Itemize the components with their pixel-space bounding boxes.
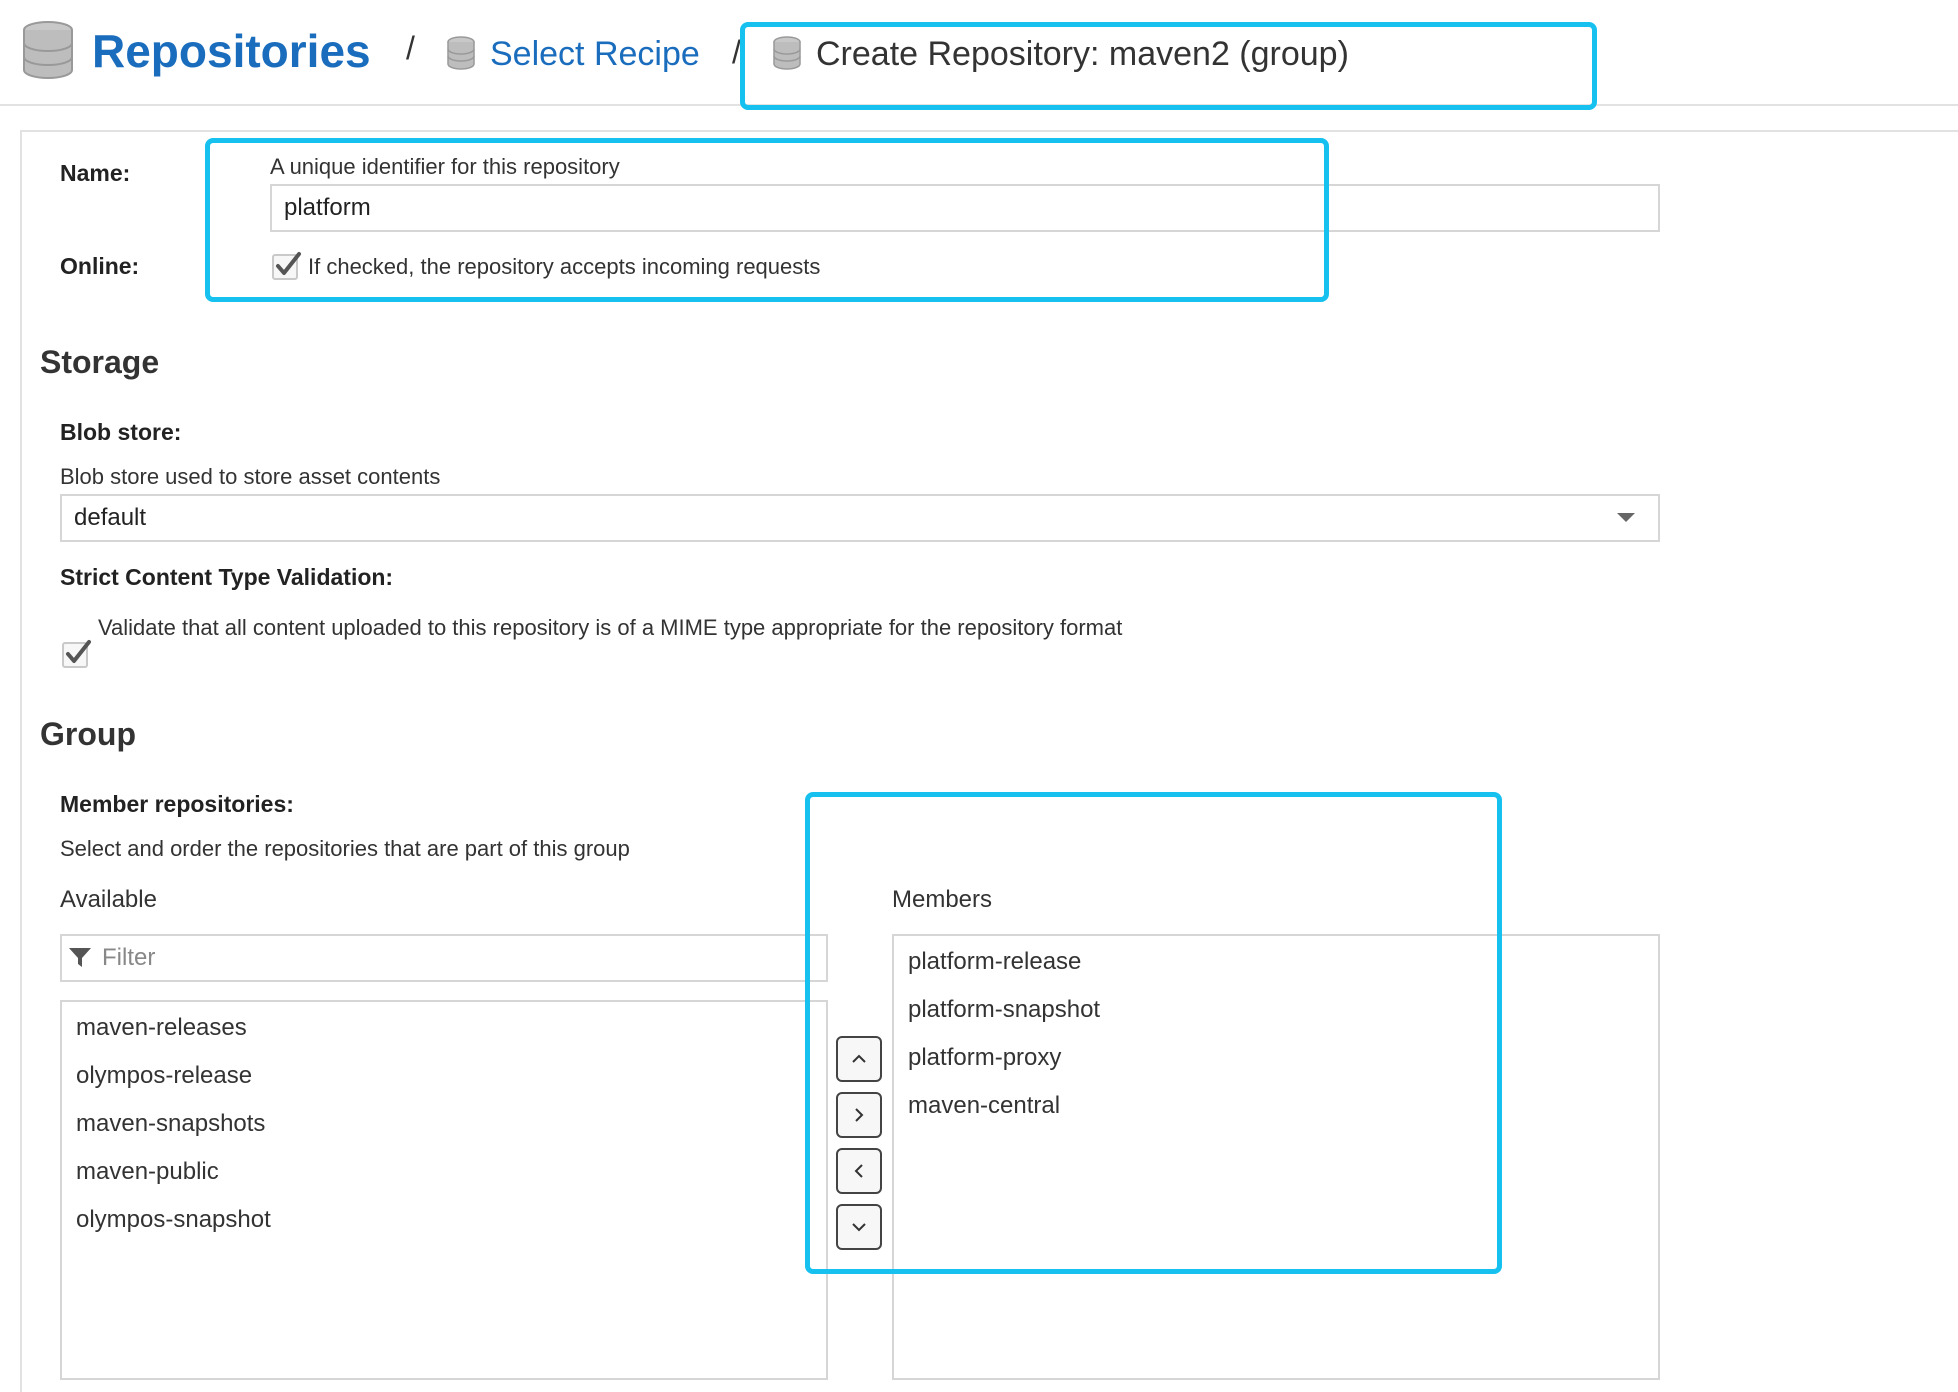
list-item[interactable]: olympos-snapshot — [62, 1196, 826, 1244]
name-label: Name: — [60, 160, 131, 186]
breadcrumb-separator: / — [732, 34, 741, 70]
database-icon — [446, 36, 476, 75]
chevron-up-icon — [852, 1054, 866, 1063]
database-icon — [772, 36, 802, 75]
check-icon — [66, 640, 91, 663]
members-header: Members — [892, 886, 993, 913]
storage-section-title: Storage — [40, 344, 160, 380]
remove-member-button[interactable] — [836, 1148, 882, 1194]
list-item[interactable]: platform-snapshot — [894, 986, 1658, 1034]
blob-store-value: default — [74, 504, 147, 531]
list-item[interactable]: maven-central — [894, 1082, 1658, 1130]
add-member-button[interactable] — [836, 1092, 882, 1138]
filter-input[interactable]: Filter — [60, 934, 828, 982]
blob-store-hint: Blob store used to store asset contents — [60, 464, 441, 489]
chevron-left-icon — [854, 1164, 863, 1178]
blob-store-label: Blob store: — [60, 419, 182, 445]
list-item[interactable]: maven-snapshots — [62, 1100, 826, 1148]
member-repositories-hint: Select and order the repositories that a… — [60, 836, 630, 861]
strict-validation-checkbox[interactable] — [62, 640, 91, 668]
chevron-down-icon — [852, 1223, 866, 1232]
available-header: Available — [60, 886, 157, 913]
list-item[interactable]: olympos-release — [62, 1052, 826, 1100]
members-list[interactable]: platform-release platform-snapshot platf… — [892, 934, 1660, 1380]
breadcrumb-select-recipe[interactable]: Select Recipe — [490, 35, 700, 74]
list-item[interactable]: platform-release — [894, 938, 1658, 986]
online-checkbox[interactable] — [272, 252, 301, 280]
online-label: Online: — [60, 253, 140, 279]
member-repositories-label: Member repositories: — [60, 791, 294, 817]
breadcrumb-bar: Repositories / Select Recipe / Create Re… — [0, 0, 1958, 106]
breadcrumb-root[interactable]: Repositories — [92, 24, 371, 78]
move-up-button[interactable] — [836, 1036, 882, 1082]
filter-placeholder: Filter — [102, 944, 156, 971]
strict-validation-label: Strict Content Type Validation: — [60, 564, 394, 590]
breadcrumb-separator: / — [406, 30, 415, 66]
breadcrumb-current: Create Repository: maven2 (group) — [816, 35, 1349, 73]
database-icon — [22, 20, 74, 87]
chevron-right-icon — [855, 1108, 864, 1122]
filter-icon — [69, 948, 91, 967]
name-value: platform — [284, 194, 371, 221]
name-input[interactable]: platform — [270, 184, 1660, 232]
blob-store-select[interactable]: default — [60, 494, 1660, 542]
name-hint: A unique identifier for this repository — [270, 154, 620, 179]
move-down-button[interactable] — [836, 1204, 882, 1250]
list-item[interactable]: maven-public — [62, 1148, 826, 1196]
online-description: If checked, the repository accepts incom… — [308, 254, 821, 279]
available-list[interactable]: maven-releases olympos-release maven-sna… — [60, 1000, 828, 1380]
list-item[interactable]: platform-proxy — [894, 1034, 1658, 1082]
strict-validation-description: Validate that all content uploaded to th… — [98, 615, 1123, 640]
group-section-title: Group — [40, 716, 136, 752]
check-icon — [276, 252, 301, 275]
caret-down-icon — [1617, 513, 1635, 522]
list-item[interactable]: maven-releases — [62, 1004, 826, 1052]
